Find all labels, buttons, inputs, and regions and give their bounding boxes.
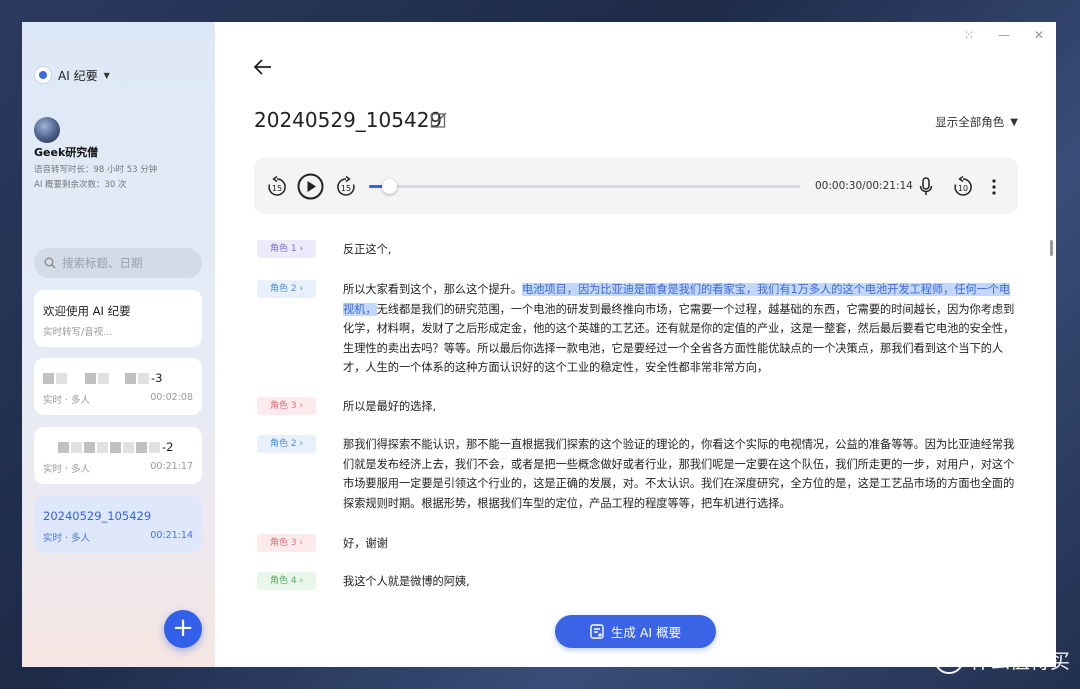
generate-summary-button[interactable]: 生成 AI 概要 [555, 615, 716, 648]
role-label: 角色 4 [270, 576, 297, 586]
record-card[interactable]: -3 实时 · 多人 00:02:08 [34, 358, 202, 415]
app-logo-icon [34, 66, 52, 84]
ai-summary-icon [590, 624, 604, 639]
more-vertical-icon[interactable] [991, 178, 997, 196]
play-icon[interactable] [297, 173, 324, 200]
summary-count: AI 概要剩余次数：30 次 [34, 180, 127, 190]
role-tag[interactable]: 角色 3 › [257, 534, 316, 552]
record-duration: 00:21:17 [150, 461, 193, 472]
segment-text-post: 无线都是我们的研究范围，一个电池的研发到最终推向市场，它需要一个过程，越基础的东… [343, 302, 1015, 375]
transcribe-time: 语音转写时长：98 小时 53 分钟 [34, 165, 158, 175]
redacted-block [123, 442, 134, 453]
segment-text-pre: 所以大家看到这个，那么这个提升。 [343, 283, 523, 296]
search-box[interactable] [34, 248, 202, 278]
app-name: AI 纪要 [58, 68, 98, 83]
redacted-block [110, 442, 121, 453]
record-sub: 实时 · 多人 [43, 464, 91, 475]
role-tag[interactable]: 角色 1 › [257, 240, 316, 258]
scrollbar[interactable] [1050, 240, 1053, 256]
role-label: 角色 1 [270, 244, 297, 254]
role-label: 角色 3 [270, 538, 297, 548]
redacted-block [58, 442, 69, 453]
record-sub: 实时 · 多人 [43, 395, 91, 406]
watermark: 什么值得买 [934, 644, 1070, 674]
role-label: 角色 2 [270, 439, 297, 449]
redacted-block [98, 373, 109, 384]
record-card[interactable]: 欢迎使用 AI 纪要 实时转写/音视... [34, 290, 202, 347]
redacted-block [56, 373, 67, 384]
avatar[interactable] [34, 117, 60, 143]
record-title-redacted: -2 [58, 440, 173, 454]
search-input[interactable] [62, 256, 182, 270]
record-title: 20240529_105429 [43, 509, 152, 523]
new-record-button[interactable]: + [164, 610, 202, 648]
role-tag[interactable]: 角色 4 › [257, 572, 316, 590]
window-controls: ⁙ — ✕ [964, 28, 1044, 42]
rewind-seconds: 15 [272, 184, 282, 193]
redacted-block [136, 442, 147, 453]
record-title-redacted: -3 [43, 371, 162, 385]
record-title-suffix: -3 [151, 371, 163, 385]
role-filter-label: 显示全部角色 [935, 115, 1005, 129]
caret-down-icon: ▼ [103, 70, 110, 80]
grid-icon[interactable]: ⁙ [964, 28, 974, 42]
generate-summary-label: 生成 AI 概要 [610, 625, 682, 640]
record-sub: 实时转写/音视... [43, 327, 113, 338]
app-switcher[interactable]: AI 纪要 ▼ [34, 66, 110, 84]
close-icon[interactable]: ✕ [1034, 28, 1044, 42]
record-duration: 00:02:08 [150, 392, 193, 403]
edit-icon[interactable] [430, 111, 448, 129]
segment-text: 那我们得探索不能认识，那不能一直根据我们探索的这个验证的理论的，你看这个实际的电… [343, 438, 1015, 510]
back-arrow-icon[interactable] [253, 57, 273, 77]
segment-text: 所以大家看到这个，那么这个提升。电池项目，因为比亚迪是面食是我们的看家宝，我们有… [343, 280, 1015, 378]
record-card[interactable]: -2 实时 · 多人 00:21:17 [34, 427, 202, 484]
sidebar: AI 纪要 ▼ Geek研究僧 语音转写时长：98 小时 53 分钟 AI 概要… [22, 22, 215, 667]
progress-slider[interactable] [369, 179, 800, 194]
watermark-text: 什么值得买 [970, 648, 1070, 673]
redacted-block [85, 373, 96, 384]
segment-text: 反正这个, [343, 243, 392, 256]
record-card-active[interactable]: 20240529_105429 实时 · 多人 00:21:14 [34, 496, 202, 553]
redacted-block [43, 373, 54, 384]
record-title: 欢迎使用 AI 纪要 [43, 304, 131, 318]
replay-10-icon[interactable]: 10 [952, 176, 974, 198]
role-filter-dropdown[interactable]: 显示全部角色 ▼ [935, 114, 1018, 130]
minimize-icon[interactable]: — [998, 28, 1010, 42]
replay-seconds: 10 [958, 184, 968, 193]
role-tag[interactable]: 角色 2 › [257, 280, 316, 298]
caret-down-icon: ▼ [1010, 116, 1018, 128]
page-title: 20240529_105429 [254, 108, 443, 132]
record-title-suffix: -2 [162, 440, 174, 454]
role-tag[interactable]: 角色 2 › [257, 435, 316, 453]
rewind-15-icon[interactable]: 15 [266, 176, 288, 198]
role-label: 角色 2 [270, 284, 297, 294]
record-duration: 00:21:14 [150, 530, 193, 541]
app-window: AI 纪要 ▼ Geek研究僧 语音转写时长：98 小时 53 分钟 AI 概要… [22, 22, 1056, 667]
segment-text: 我这个人就是微博的阿姨, [343, 575, 470, 588]
progress-knob[interactable] [382, 179, 398, 194]
user-name: Geek研究僧 [34, 146, 99, 159]
role-label: 角色 3 [270, 401, 297, 411]
watermark-logo-icon [934, 644, 964, 674]
segment-text: 所以是最好的选择, [343, 400, 437, 413]
record-sub: 实时 · 多人 [43, 533, 91, 544]
playback-time: 00:00:30/00:21:14 [815, 180, 913, 192]
forward-15-icon[interactable]: 15 [335, 176, 357, 198]
microphone-icon[interactable] [919, 177, 933, 197]
forward-seconds: 15 [341, 184, 351, 193]
main-panel: ⁙ — ✕ 20240529_105429 显示全部角色 ▼ 15 15 00:… [215, 22, 1056, 667]
redacted-block [97, 442, 108, 453]
redacted-block [149, 442, 160, 453]
role-tag[interactable]: 角色 3 › [257, 397, 316, 415]
audio-player: 15 15 00:00:30/00:21:14 10 [254, 158, 1018, 214]
redacted-block [71, 442, 82, 453]
redacted-block [84, 442, 95, 453]
redacted-block [138, 373, 149, 384]
segment-text: 好，谢谢 [343, 537, 388, 550]
redacted-block [125, 373, 136, 384]
search-icon [44, 257, 56, 269]
